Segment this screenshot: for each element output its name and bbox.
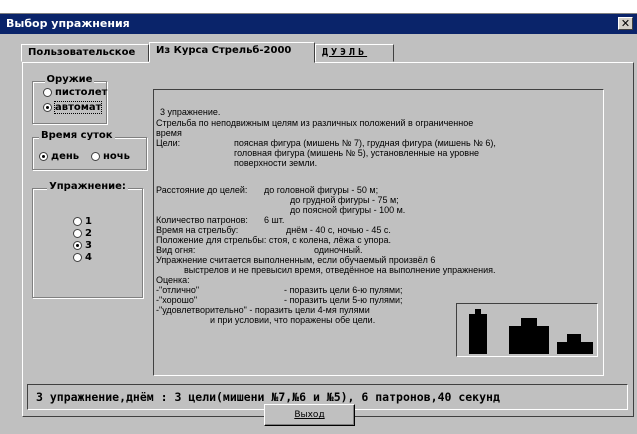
radio-exercise-4[interactable]: 4 <box>73 252 92 263</box>
background-app-strip <box>0 0 637 14</box>
title-bar: Выбор упражнения ✕ <box>0 14 637 34</box>
radio-exercise-2[interactable]: 2 <box>73 228 92 239</box>
desc-line: Положение для стрельбы: стоя, с колена, … <box>156 235 391 245</box>
desc-line: -"хорошо" <box>156 295 198 305</box>
window-title: Выбор упражнения <box>6 17 130 30</box>
radio-day[interactable]: день <box>39 151 79 162</box>
exit-button[interactable]: Выход <box>264 404 355 426</box>
desc-line: до поясной фигуры - 100 м. <box>290 205 406 215</box>
desc-line: Стрельба по неподвижным целям из различн… <box>156 118 474 128</box>
weapon-group-title: Оружие <box>44 74 95 85</box>
chest-figure-icon <box>509 326 549 354</box>
radio-exercise-4-label: 4 <box>85 252 92 263</box>
radio-pistol-label: пистолет <box>55 87 108 98</box>
tab-custom-label: Пользовательское <box>28 47 136 58</box>
desc-line: -"удовлетворительно" - поразить цели 4-м… <box>156 305 370 315</box>
desc-line: головная фигура (мишень № 5), установлен… <box>234 148 480 158</box>
desc-line: - поразить цели 6-ю пулями; <box>284 285 403 295</box>
desc-line: Время на стрельбу: <box>156 225 239 235</box>
time-of-day-group: Время суток день ночь <box>32 130 147 170</box>
desc-line: Расстояние до целей: <box>156 185 248 195</box>
tab-custom[interactable]: Пользовательское <box>21 44 149 62</box>
exercise-dialog: Выбор упражнения ✕ Пользовательское Из К… <box>0 14 637 434</box>
radio-automatic-indicator <box>43 103 52 112</box>
desc-line: выстрелов и не превысил время, отведённо… <box>184 265 496 275</box>
radio-exercise-3-label: 3 <box>85 240 92 251</box>
waist-figure-head-icon <box>475 309 481 315</box>
radio-exercise-1-indicator <box>73 217 82 226</box>
tab-panel: Оружие пистолет автомат Время суток день… <box>22 62 634 417</box>
target-silhouettes <box>456 303 598 357</box>
radio-exercise-3[interactable]: 3 <box>73 240 92 251</box>
desc-line: Оценка: <box>156 275 190 285</box>
radio-night-label: ночь <box>103 151 130 162</box>
radio-pistol-indicator <box>43 88 52 97</box>
radio-exercise-1-label: 1 <box>85 216 92 227</box>
tab-duel-label: ДУЭЛЬ <box>322 47 368 58</box>
desc-line: Цели: <box>156 138 181 148</box>
weapon-group: Оружие пистолет автомат <box>32 74 107 124</box>
desc-line: поверхности земли. <box>234 158 318 168</box>
time-of-day-title: Время суток <box>39 130 115 141</box>
desc-line: до головной фигуры - 50 м; <box>264 185 379 195</box>
desc-line: поясная фигура (мишень № 7), грудная фиг… <box>234 138 496 148</box>
desc-line: 6 шт. <box>264 215 285 225</box>
radio-night[interactable]: ночь <box>91 151 130 162</box>
exercise-group: Упражнение: 1 2 3 4 <box>32 181 143 298</box>
desc-line: Упражнение считается выполненным, если о… <box>156 255 436 265</box>
radio-pistol[interactable]: пистолет <box>43 87 107 98</box>
desc-line: время <box>156 128 182 138</box>
exercise-group-title: Упражнение: <box>47 181 128 192</box>
radio-day-label: день <box>51 151 80 162</box>
desc-line: днём - 40 с, ночью - 45 с. <box>286 225 391 235</box>
radio-exercise-3-indicator <box>73 241 82 250</box>
radio-exercise-2-indicator <box>73 229 82 238</box>
desc-line: одиночный. <box>314 245 363 255</box>
desc-line: 3 упражнение. <box>160 107 221 117</box>
radio-automatic-label: автомат <box>53 101 103 114</box>
radio-day-indicator <box>39 152 48 161</box>
radio-exercise-4-indicator <box>73 253 82 262</box>
radio-automatic[interactable]: автомат <box>43 101 103 114</box>
waist-figure-icon <box>469 314 487 354</box>
exit-button-label: Выход <box>294 410 325 420</box>
radio-exercise-2-label: 2 <box>85 228 92 239</box>
head-figure-top-icon <box>567 334 581 344</box>
close-button[interactable]: ✕ <box>618 17 633 30</box>
tab-duel[interactable]: ДУЭЛЬ <box>315 44 394 62</box>
tab-course-2000[interactable]: Из Курса Стрельб-2000 <box>149 42 315 63</box>
radio-exercise-1[interactable]: 1 <box>73 216 92 227</box>
desc-line: Количество патронов: <box>156 215 248 225</box>
desc-line: и при условии, что поражены обе цели. <box>210 315 376 325</box>
exercise-description: 3 упражнение. Стрельба по неподвижным це… <box>153 89 604 376</box>
desc-line: - поразить цели 5-ю пулями; <box>284 295 403 305</box>
desc-line: -"отлично" <box>156 285 200 295</box>
chest-figure-head-icon <box>521 318 537 328</box>
tab-course-2000-label: Из Курса Стрельб-2000 <box>156 45 292 56</box>
desc-line: Вид огня: <box>156 245 196 255</box>
desc-line: до грудной фигуры - 75 м; <box>290 195 399 205</box>
radio-night-indicator <box>91 152 100 161</box>
